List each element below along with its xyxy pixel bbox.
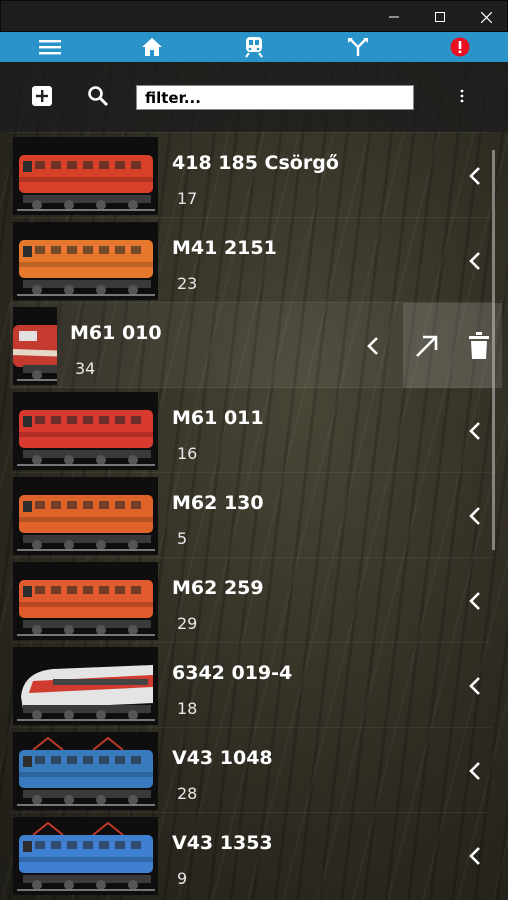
nav-menu-button[interactable]: [20, 32, 80, 62]
locomotive-count: 9: [177, 869, 188, 888]
locomotive-row[interactable]: 418 185 Csörgő 17: [10, 132, 492, 218]
locomotive-thumbnail: [13, 222, 158, 300]
train-icon: [245, 37, 263, 58]
nav-locomotives-button[interactable]: [224, 32, 284, 62]
locomotive-list: 418 185 Csörgő 17 M41 2151 23 M61 010 34 M61 0…: [0, 132, 508, 900]
open-button[interactable]: [409, 328, 445, 364]
expand-chevron-button[interactable]: [466, 163, 484, 189]
locomotive-name: M61 010: [70, 322, 162, 344]
expand-chevron-button[interactable]: [466, 418, 484, 444]
add-button[interactable]: [26, 80, 58, 112]
home-icon: [142, 38, 162, 56]
chevron-left-icon: [469, 167, 480, 185]
locomotive-thumbnail: [13, 477, 158, 555]
navigation-bar: [0, 32, 508, 62]
more-vertical-icon: [460, 89, 464, 103]
filter-input[interactable]: [136, 85, 414, 110]
chevron-left-icon: [469, 847, 480, 865]
locomotive-name: 418 185 Csörgő: [172, 152, 339, 174]
expand-chevron-button[interactable]: [364, 333, 382, 359]
row-actions-panel: [403, 303, 502, 388]
locomotive-row[interactable]: M61 010 34: [10, 302, 502, 388]
nav-alert-button[interactable]: [430, 32, 490, 62]
trash-icon: [469, 332, 489, 359]
expand-chevron-button[interactable]: [466, 588, 484, 614]
locomotive-thumbnail: [13, 817, 158, 895]
chevron-left-icon: [469, 677, 480, 695]
search-icon: [88, 86, 109, 107]
locomotive-name: 6342 019-4: [172, 662, 293, 684]
alert-icon: [450, 37, 470, 57]
locomotive-row[interactable]: V43 1048 28: [10, 727, 492, 813]
locomotive-count: 34: [75, 359, 96, 378]
scrollbar[interactable]: [492, 150, 495, 550]
close-icon: [480, 11, 492, 23]
locomotive-name: V43 1048: [172, 747, 273, 769]
locomotive-row[interactable]: M61 011 16: [10, 387, 492, 473]
chevron-left-icon: [469, 762, 480, 780]
locomotive-row[interactable]: M62 259 29: [10, 557, 492, 643]
close-button[interactable]: [463, 1, 508, 33]
locomotive-thumbnail: [13, 562, 158, 640]
search-button[interactable]: [82, 80, 114, 112]
expand-chevron-button[interactable]: [466, 758, 484, 784]
chevron-left-icon: [367, 337, 378, 355]
locomotive-name: M61 011: [172, 407, 264, 429]
locomotive-count: 17: [177, 189, 198, 208]
nav-switches-button[interactable]: [328, 32, 388, 62]
hamburger-menu-icon: [39, 40, 61, 55]
expand-chevron-button[interactable]: [466, 248, 484, 274]
minimize-icon: [389, 16, 399, 18]
chevron-left-icon: [469, 252, 480, 270]
minimize-button[interactable]: [371, 1, 417, 33]
locomotive-row[interactable]: 6342 019-4 18: [10, 642, 492, 728]
expand-chevron-button[interactable]: [466, 673, 484, 699]
more-options-button[interactable]: [446, 80, 478, 112]
locomotive-thumbnail: [13, 732, 158, 810]
track-switch-icon: [348, 38, 368, 56]
chevron-left-icon: [469, 507, 480, 525]
window-title-bar: [0, 0, 508, 32]
locomotive-name: M41 2151: [172, 237, 277, 259]
locomotive-row[interactable]: M62 130 5: [10, 472, 492, 558]
locomotive-count: 23: [177, 274, 198, 293]
locomotive-count: 28: [177, 784, 198, 803]
nav-home-button[interactable]: [122, 32, 182, 62]
expand-chevron-button[interactable]: [466, 503, 484, 529]
add-icon: [32, 86, 52, 106]
expand-chevron-button[interactable]: [466, 843, 484, 869]
locomotive-count: 5: [177, 529, 188, 548]
locomotive-thumbnail: [13, 307, 57, 385]
locomotive-name: V43 1353: [172, 832, 273, 854]
locomotive-thumbnail: [13, 647, 158, 725]
locomotive-thumbnail: [13, 392, 158, 470]
locomotive-row[interactable]: V43 1353 9: [10, 812, 492, 898]
locomotive-count: 16: [177, 444, 198, 463]
chevron-left-icon: [469, 422, 480, 440]
maximize-icon: [435, 12, 445, 22]
open-arrow-icon: [416, 335, 438, 357]
chevron-left-icon: [469, 592, 480, 610]
maximize-button[interactable]: [417, 1, 463, 33]
locomotive-row[interactable]: M41 2151 23: [10, 217, 492, 303]
locomotive-name: M62 130: [172, 492, 264, 514]
locomotive-thumbnail: [13, 137, 158, 215]
locomotive-name: M62 259: [172, 577, 264, 599]
locomotive-count: 29: [177, 614, 198, 633]
locomotive-count: 18: [177, 699, 198, 718]
